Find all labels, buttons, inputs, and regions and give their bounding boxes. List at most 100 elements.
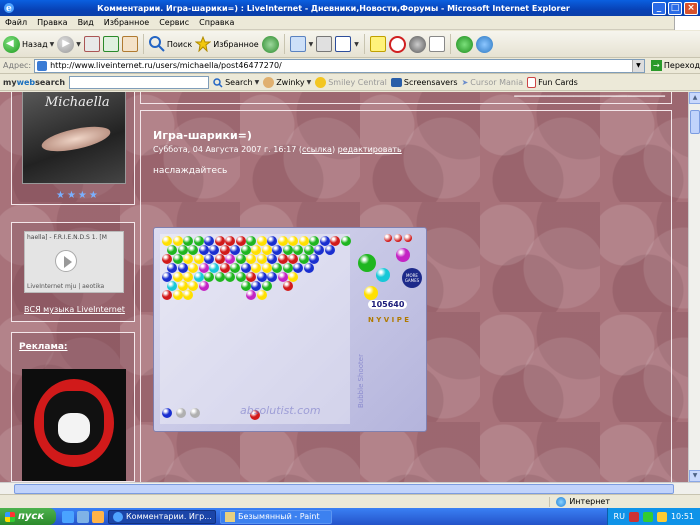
websearch-search-button[interactable]: Search ▼ — [213, 77, 260, 88]
history-icon[interactable] — [261, 35, 279, 53]
menu-help[interactable]: Справка — [194, 18, 239, 27]
clover-icon[interactable] — [455, 35, 473, 53]
go-button[interactable]: → Переход — [650, 60, 700, 71]
post-edit-link[interactable]: редактировать — [338, 145, 402, 154]
avatar[interactable]: Michaella — [22, 92, 126, 184]
back-button[interactable]: Назад ▼ — [3, 35, 55, 53]
print-icon[interactable] — [316, 36, 333, 52]
contacts-icon[interactable] — [475, 35, 493, 53]
bubble — [198, 281, 209, 291]
music-player[interactable]: haella] - F.R.I.E.N.D.S 1. [M LiveIntern… — [24, 231, 124, 293]
menu-file[interactable]: Файл — [0, 18, 32, 27]
refresh-icon[interactable] — [102, 36, 119, 52]
ad-image[interactable] — [22, 369, 126, 481]
chevron-down-icon[interactable]: ▼ — [50, 41, 55, 48]
mail-icon[interactable] — [289, 36, 306, 52]
decor-bubble — [376, 268, 390, 282]
ie-icon: e — [4, 3, 14, 14]
play-icon[interactable] — [55, 250, 77, 272]
chevron-down-icon[interactable]: ▼ — [76, 41, 81, 48]
close-button[interactable]: × — [684, 1, 698, 15]
decor-bubble — [404, 234, 412, 242]
chevron-down-icon[interactable]: ▼ — [354, 41, 359, 48]
menu-favorites[interactable]: Избранное — [99, 18, 154, 27]
tray-icon[interactable] — [628, 511, 639, 522]
ad-title[interactable]: Реклама: — [19, 342, 68, 352]
address-input[interactable]: http://www.liveinternet.ru/users/michael… — [34, 58, 645, 73]
websearch-input[interactable] — [69, 76, 210, 89]
tray-icon[interactable] — [656, 511, 667, 522]
mywebsearch-logo: mywebsearch — [3, 78, 66, 87]
forward-button[interactable]: ▼ — [57, 35, 81, 53]
bubble — [303, 263, 314, 273]
more-games-button[interactable]: MORE GAMES — [402, 268, 422, 288]
toolbar: Назад ▼ ▼ Поиск Избранное ▼ ▼ — [0, 31, 700, 58]
screensavers-button[interactable]: Screensavers — [390, 78, 458, 87]
cursor-mania-button[interactable]: ➤ Cursor Mania — [462, 78, 524, 87]
language-indicator[interactable]: RU — [614, 512, 625, 521]
back-arrow-icon — [3, 35, 20, 53]
post-body: наслаждайтесь — [153, 166, 228, 176]
toolbar-separator — [283, 34, 285, 54]
start-label: пуск — [18, 511, 45, 522]
smiley-label: Smiley Central — [328, 78, 387, 87]
fun-cards-button[interactable]: Fun Cards — [527, 77, 578, 88]
post-permalink[interactable]: ссылка — [302, 145, 332, 154]
stop-icon[interactable] — [83, 36, 100, 52]
address-url[interactable]: http://www.liveinternet.ru/users/michael… — [50, 61, 629, 70]
menu-view[interactable]: Вид — [73, 18, 99, 27]
bubble — [183, 290, 193, 300]
home-icon[interactable] — [121, 36, 138, 52]
search-label: Поиск — [166, 39, 193, 49]
taskbar-item-ie[interactable]: Комментарии. Игр... — [108, 509, 216, 524]
scroll-up-icon[interactable]: ▲ — [689, 92, 700, 104]
at-sign-icon[interactable] — [388, 35, 406, 53]
menu-tools[interactable]: Сервис — [154, 18, 194, 27]
music-box: haella] - F.R.I.E.N.D.S 1. [M LiveIntern… — [11, 222, 135, 322]
menu-edit[interactable]: Правка — [32, 18, 72, 27]
go-arrow-icon: → — [650, 60, 662, 71]
note-icon[interactable] — [369, 36, 386, 52]
status-bar: Интернет — [0, 494, 700, 508]
decor-bubble — [384, 234, 392, 242]
tray-icon[interactable] — [642, 511, 653, 522]
research-icon[interactable] — [428, 36, 445, 52]
favorites-button[interactable]: Избранное — [195, 36, 259, 52]
ie-quicklaunch-icon[interactable] — [62, 510, 74, 523]
zone-label: Интернет — [569, 497, 610, 506]
post: Игра-шарики=) Суббота, 04 Августа 2007 г… — [140, 110, 672, 482]
search-button[interactable]: Поиск — [148, 36, 193, 52]
vertical-scrollbar[interactable]: ▲ ▼ — [688, 92, 700, 482]
star-icon — [195, 36, 212, 52]
avatar-box: Michaella ★★★★ — [11, 92, 135, 205]
forward-arrow-icon — [57, 35, 75, 53]
all-music-link[interactable]: ВСЯ музыка LiveInternet — [24, 305, 125, 314]
chevron-down-icon[interactable]: ▼ — [631, 59, 644, 72]
word-icon[interactable] — [335, 36, 352, 52]
windows-logo-icon — [674, 15, 700, 30]
top-links[interactable]: ▁▁▁▁▁▁▁▁▁▁▁▁▁▁▁▁▁▁▁▁▁▁▁▁▁▁▁▁ — [514, 92, 665, 97]
top-strip: ▁▁▁▁▁▁▁▁▁▁▁▁▁▁▁▁▁▁▁▁▁▁▁▁▁▁▁▁ — [140, 92, 672, 104]
hscroll-thumb[interactable] — [14, 484, 674, 494]
chevron-down-icon[interactable]: ▼ — [255, 79, 260, 86]
messenger-icon[interactable] — [408, 35, 426, 53]
media-icon[interactable] — [92, 510, 104, 523]
zwinky-button[interactable]: Zwinky ▼ — [263, 77, 311, 88]
bubble-game[interactable]: MORE GAMES 105640 N Y V I P E Bubble Sho… — [153, 227, 427, 432]
chevron-down-icon[interactable]: ▼ — [309, 41, 314, 48]
scroll-thumb[interactable] — [690, 110, 700, 134]
start-button[interactable]: пуск — [0, 508, 56, 525]
minimize-button[interactable]: _ — [652, 1, 666, 15]
horizontal-scrollbar[interactable] — [0, 482, 700, 494]
maximize-button[interactable]: □ — [668, 1, 682, 15]
desktop-icon[interactable] — [77, 510, 89, 523]
card-icon — [527, 77, 537, 88]
smiley-central-button[interactable]: Smiley Central — [315, 77, 387, 88]
globe-icon — [556, 496, 567, 507]
scroll-down-icon[interactable]: ▼ — [689, 470, 700, 482]
page-viewport[interactable]: Michaella ★★★★ haella] - F.R.I.E.N.D.S 1… — [0, 92, 688, 482]
game-board[interactable] — [160, 234, 351, 424]
chevron-down-icon[interactable]: ▼ — [307, 79, 312, 86]
taskbar-item-paint[interactable]: Безымянный - Paint — [220, 509, 332, 524]
decor-bubble — [396, 248, 410, 262]
